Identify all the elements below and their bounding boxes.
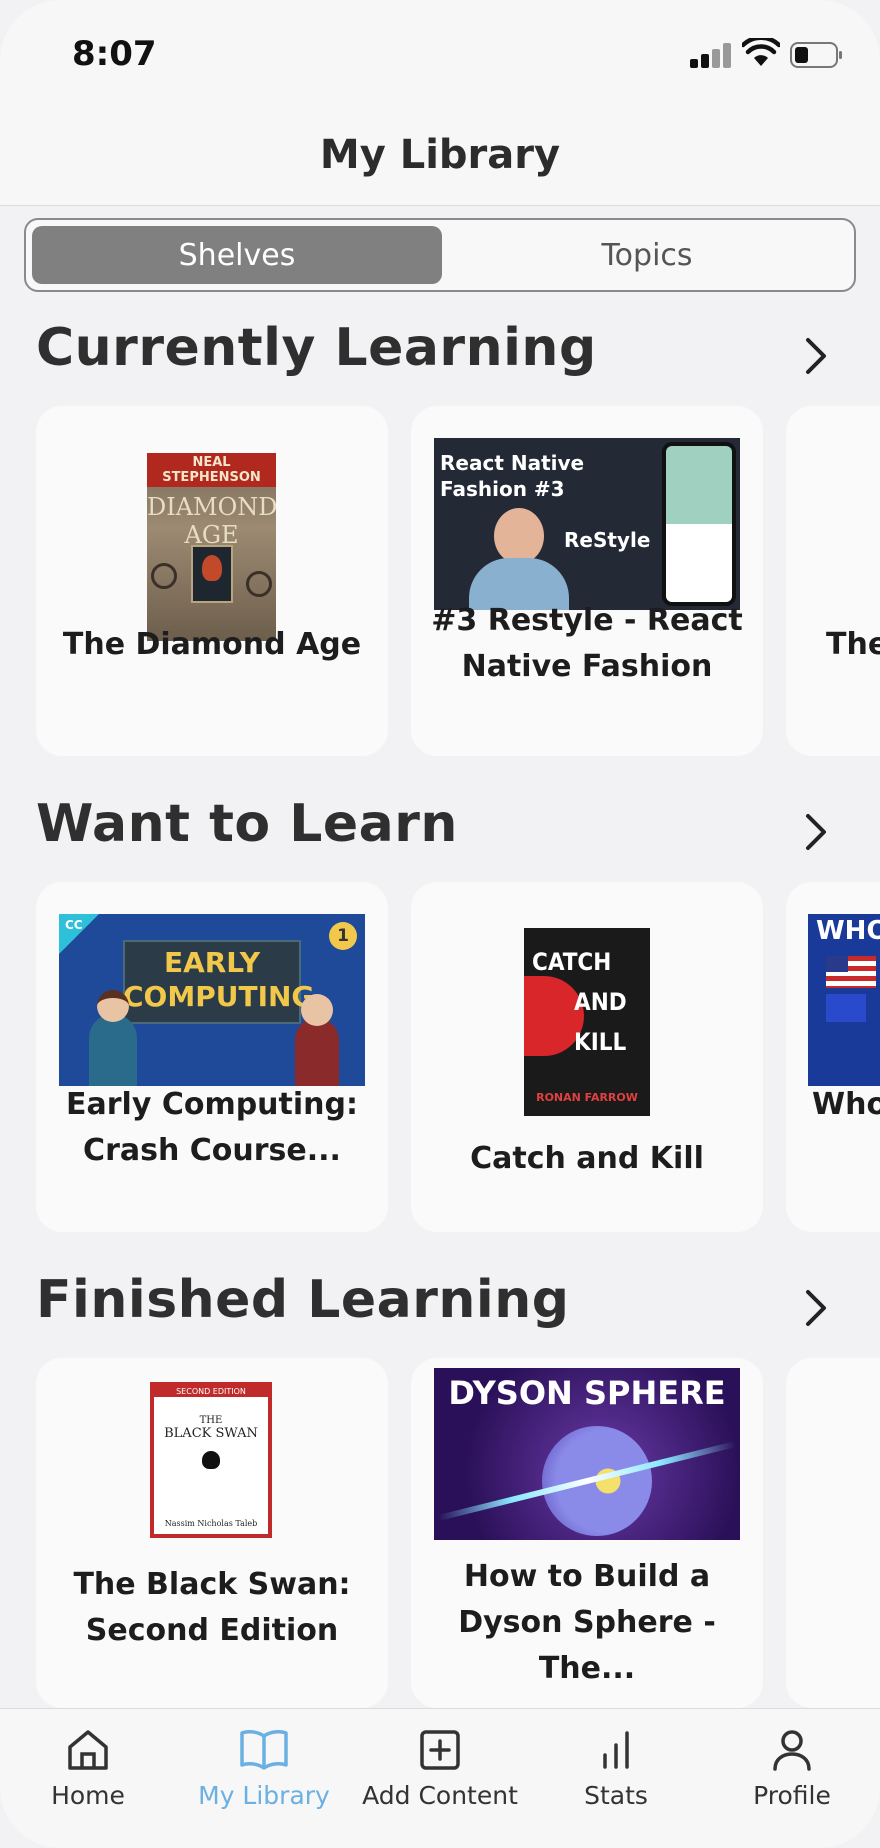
card-diamond-age[interactable]: NEAL STEPHENSON DIAMOND AGE The Diamond … [36, 406, 388, 756]
cover-author: NEAL STEPHENSON [147, 453, 276, 487]
tab-profile[interactable]: Profile [704, 1727, 880, 1827]
card-black-swan[interactable]: SECOND EDITION THE BLACK SWAN Nassim Nic… [36, 1358, 388, 1708]
book-icon [240, 1730, 288, 1770]
card-dyson-sphere[interactable]: DYSON SPHERE How to Build a Dyson Sphere… [411, 1358, 763, 1708]
card-title: The Diamond Age [62, 627, 362, 662]
segment-shelves[interactable]: Shelves [32, 226, 442, 284]
card-early-computing[interactable]: CC 1 EARLY COMPUTING Early Computing: Cr… [36, 882, 388, 1232]
tab-stats[interactable]: Stats [528, 1727, 704, 1827]
thumb-cc-logo: CC [65, 918, 83, 932]
person-icon [773, 1730, 811, 1771]
wifi-icon [742, 38, 780, 66]
page-title: My Library [319, 132, 561, 178]
tab-home[interactable]: Home [0, 1727, 176, 1827]
cover-title-line1: DIAMOND [147, 493, 276, 521]
segment-topics[interactable]: Topics [442, 226, 852, 284]
book-cover-catch-and-kill: CATCH AND KILL RONAN FARROW [524, 928, 650, 1116]
home-icon [68, 1730, 108, 1770]
status-bar: 8:07 [0, 0, 880, 110]
section-title-finished-learning: Finished Learning [36, 1270, 570, 1330]
chevron-right-icon[interactable] [798, 336, 832, 376]
section-title-want-to-learn: Want to Learn [36, 794, 458, 854]
card-title: #3 Restyle - React Native Fashion [431, 603, 743, 684]
card-title-line1: Who [812, 1087, 880, 1122]
card-title: Catch and Kill [470, 1141, 704, 1176]
card-restyle-react-native[interactable]: React Native Fashion #3 ReStyle #3 Resty… [411, 406, 763, 756]
thumb-text-restyle: ReStyle [564, 528, 651, 552]
chevron-right-icon[interactable] [798, 812, 832, 852]
tab-label: Profile [753, 1781, 831, 1810]
thumb-text-line1: React Native [440, 451, 585, 475]
plus-square-icon [420, 1730, 460, 1770]
cover-author: Nassim Nicholas Taleb [164, 1519, 258, 1528]
status-time: 8:07 [72, 34, 157, 74]
tab-label: My Library [198, 1781, 330, 1810]
card-partial-finished[interactable] [786, 1358, 880, 1708]
chevron-right-icon[interactable] [798, 1288, 832, 1328]
tab-add-content[interactable]: Add Content [352, 1727, 528, 1827]
video-thumbnail-early-computing: CC 1 EARLY COMPUTING [59, 914, 365, 1086]
phone-mockup [662, 442, 736, 606]
cover-and: AND [574, 988, 627, 1016]
card-catch-and-kill[interactable]: CATCH AND KILL RONAN FARROW Catch and Ki… [411, 882, 763, 1232]
navigation-bar: My Library [0, 110, 880, 206]
card-partial-want[interactable]: WHO Who F [786, 882, 880, 1232]
section-title-currently-learning: Currently Learning [36, 318, 597, 378]
swan-icon [202, 1451, 220, 1469]
cover-title: BLACK SWAN [164, 1426, 258, 1441]
tab-my-library[interactable]: My Library [176, 1727, 352, 1827]
tab-label: Home [51, 1781, 125, 1810]
cover-figure [191, 545, 233, 603]
book-cover-black-swan: SECOND EDITION THE BLACK SWAN Nassim Nic… [150, 1382, 272, 1538]
battery-icon [790, 42, 842, 68]
card-title: The Black Swan: Second Edition [73, 1567, 351, 1648]
tab-label: Stats [584, 1781, 648, 1810]
thumb-text-who: WHO [816, 916, 880, 946]
thumb-text-line2: Fashion #3 [440, 477, 565, 501]
tab-label: Add Content [362, 1781, 518, 1810]
screen: 8:07 My Library Shelves Topics Currently… [0, 0, 880, 1848]
cover-the: THE [199, 1415, 223, 1426]
thumb-title-early: EARLY [163, 946, 261, 979]
thumb-title-dyson: DYSON SPHERE [448, 1374, 726, 1412]
thumb-title-computing: COMPUTING [123, 980, 315, 1013]
bar-chart-icon [603, 1731, 629, 1769]
video-thumbnail-dyson-sphere: DYSON SPHERE [434, 1368, 740, 1540]
video-thumbnail-restyle: React Native Fashion #3 ReStyle [434, 438, 740, 610]
card-partial-currently[interactable]: The [786, 406, 880, 756]
cover-kill: KILL [574, 1028, 627, 1056]
card-title: Early Computing: Crash Course... [66, 1087, 358, 1168]
tab-bar: Home My Library Add Content Stats Profil… [0, 1708, 880, 1848]
cover-catch: CATCH [532, 948, 612, 976]
book-cover-diamond-age: NEAL STEPHENSON DIAMOND AGE [147, 453, 276, 641]
card-title: How to Build a Dyson Sphere - The... [458, 1559, 716, 1686]
card-title-line2: F [812, 1128, 880, 1174]
video-thumbnail-partial: WHO [808, 914, 880, 1086]
card-title: The [826, 627, 880, 662]
cover-author: RONAN FARROW [536, 1091, 638, 1104]
thumb-episode-number: 1 [329, 922, 357, 950]
segmented-control: Shelves Topics [24, 218, 856, 292]
cover-edition: SECOND EDITION [154, 1386, 268, 1397]
cellular-signal-icon [690, 42, 732, 68]
